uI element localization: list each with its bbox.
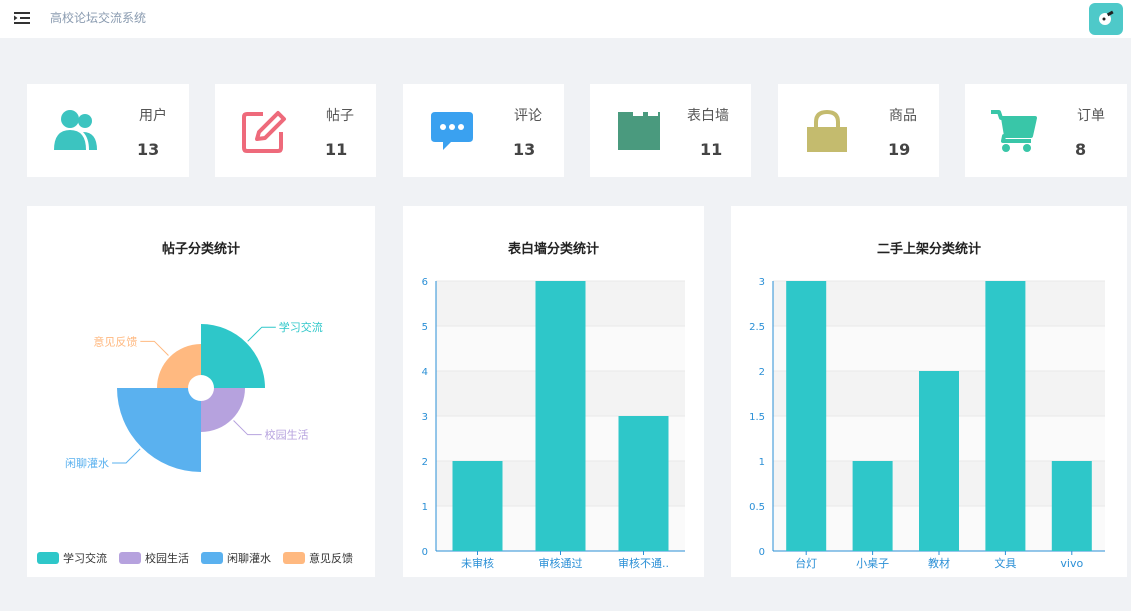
bar: [919, 371, 959, 551]
x-tick-label: vivo: [1060, 557, 1083, 570]
stat-card-confession-wall[interactable]: 表白墙 11: [590, 84, 751, 177]
post-category-panel: 帖子分类统计 学习交流 校园生活 闲聊灌水 意见反馈 学习交流 校园生活 闲聊灌水 意见反馈: [27, 206, 375, 577]
x-tick-label: 小桌子: [856, 557, 889, 570]
legend-swatch: [201, 552, 223, 564]
stat-card-orders[interactable]: 订单 8: [965, 84, 1127, 177]
stat-card-comments[interactable]: 评论 13: [403, 84, 564, 177]
secondhand-category-panel: 二手上架分类统计 0 0.5 1 1.5 2 2.5 3 台灯 小桌子 教材 文具 vivo: [731, 206, 1127, 577]
stat-card-posts[interactable]: 帖子 11: [215, 84, 376, 177]
stat-value: 13: [137, 140, 160, 159]
x-tick-label: 审核通过: [539, 556, 583, 570]
pie-label: 学习交流: [279, 320, 323, 334]
y-tick-label: 5: [422, 322, 428, 333]
legend-swatch: [283, 552, 305, 564]
stat-card-goods[interactable]: 商品 19: [778, 84, 939, 177]
bar: [452, 461, 503, 551]
pie-chart: 学习交流校园生活闲聊灌水意见反馈学习交流 校园生活 闲聊灌水 意见反馈: [37, 320, 353, 565]
legend-swatch: [119, 552, 141, 564]
y-tick-label: 2.5: [749, 322, 765, 333]
app-title: 高校论坛交流系统: [50, 11, 147, 25]
pie-leader-line: [112, 448, 141, 464]
legend-label: 学习交流: [63, 551, 107, 565]
pie-label: 闲聊灌水: [65, 456, 109, 470]
x-tick-label: 台灯: [795, 556, 817, 570]
y-tick-label: 0: [422, 547, 428, 558]
bar: [786, 281, 827, 551]
stat-value: 19: [888, 140, 911, 159]
stat-value: 13: [513, 140, 536, 159]
bar: [985, 281, 1026, 551]
y-tick-label: 4: [422, 367, 428, 378]
bar-chart-secondhand: 0 0.5 1 1.5 2 2.5 3 台灯 小桌子 教材 文具 vivo: [749, 277, 1105, 570]
y-tick-label: 6: [422, 277, 428, 288]
y-tick-label: 3: [422, 412, 428, 423]
bar-chart-confession: 0 1 2 3 4 5 6 未审核 审核通过 审核不通..: [422, 277, 685, 570]
pie-leader-line: [233, 420, 262, 436]
avatar[interactable]: [1089, 3, 1123, 35]
top-bar: 高校论坛交流系统: [0, 0, 1131, 38]
stat-label: 帖子: [326, 108, 354, 124]
x-tick-label: 未审核: [461, 556, 494, 570]
y-tick-label: 0: [759, 547, 765, 558]
x-tick-label: 文具: [994, 556, 1016, 570]
stat-label: 评论: [514, 108, 542, 124]
menu-toggle-icon[interactable]: [14, 11, 30, 25]
stat-value: 8: [1075, 140, 1087, 159]
x-tick-label: 审核不通..: [618, 556, 669, 570]
legend-swatch: [37, 552, 59, 564]
stat-label: 订单: [1077, 108, 1105, 124]
bar: [1051, 461, 1092, 551]
legend-label: 意见反馈: [309, 551, 353, 565]
stat-label: 用户: [139, 108, 167, 124]
y-tick-label: 2: [759, 367, 765, 378]
bar: [852, 461, 893, 551]
pie-leader-line: [140, 340, 169, 356]
y-tick-label: 1: [759, 457, 765, 468]
legend-label: 校园生活: [145, 551, 189, 565]
y-tick-label: 1: [422, 502, 428, 513]
bar: [618, 416, 669, 551]
pie-leader-line: [247, 326, 276, 342]
stat-card-users[interactable]: 用户 13: [27, 84, 189, 177]
y-tick-label: 0.5: [749, 502, 765, 513]
avatar-icon: [1099, 10, 1114, 25]
stat-label: 表白墙: [687, 108, 729, 124]
stat-value: 11: [325, 140, 348, 159]
legend-label: 闲聊灌水: [227, 551, 271, 565]
stat-value: 11: [700, 140, 723, 159]
y-tick-label: 2: [422, 457, 428, 468]
stat-label: 商品: [889, 108, 917, 124]
confession-category-panel: 表白墙分类统计 0 1 2 3 4 5 6 未审核 审核通过 审核不通..: [403, 206, 704, 577]
y-tick-label: 1.5: [749, 412, 765, 423]
pie-label: 意见反馈: [93, 334, 137, 348]
bar: [535, 281, 586, 551]
pie-label: 校园生活: [265, 428, 309, 442]
x-tick-label: 教材: [928, 556, 950, 570]
y-tick-label: 3: [759, 277, 765, 288]
